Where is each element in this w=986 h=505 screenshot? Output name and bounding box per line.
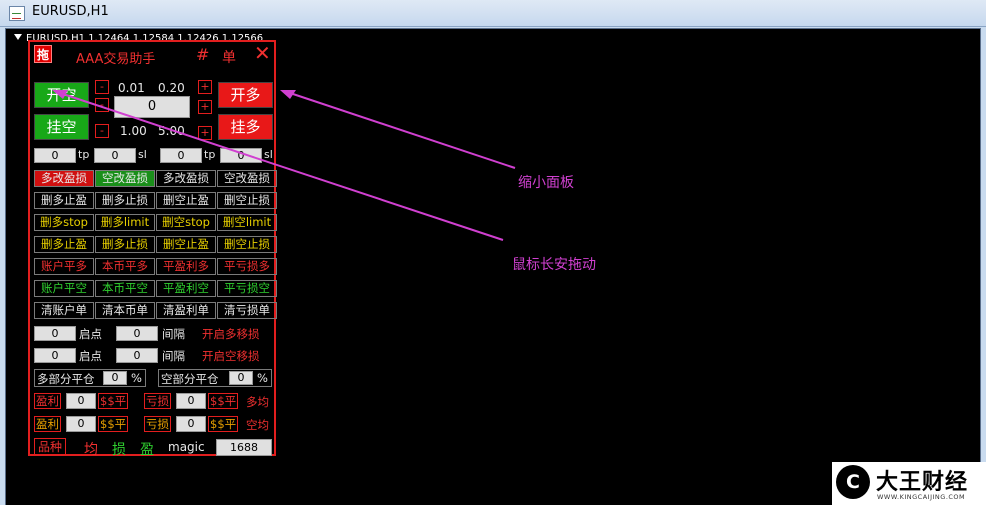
shrink-arrow-line	[283, 90, 516, 169]
watermark-en: WWW.KINGCAIJING.COM	[877, 493, 966, 501]
annotation-drag: 鼠标长安拖动	[512, 257, 596, 273]
annotation-shrink: 缩小面板	[518, 175, 574, 191]
watermark-logo-icon: C	[836, 465, 870, 499]
watermark-cn: 大王财经	[876, 470, 969, 495]
watermark: C 大王财经 WWW.KINGCAIJING.COM	[832, 462, 986, 505]
annotation-arrows	[52, 90, 516, 241]
drag-arrow-line	[59, 92, 504, 241]
